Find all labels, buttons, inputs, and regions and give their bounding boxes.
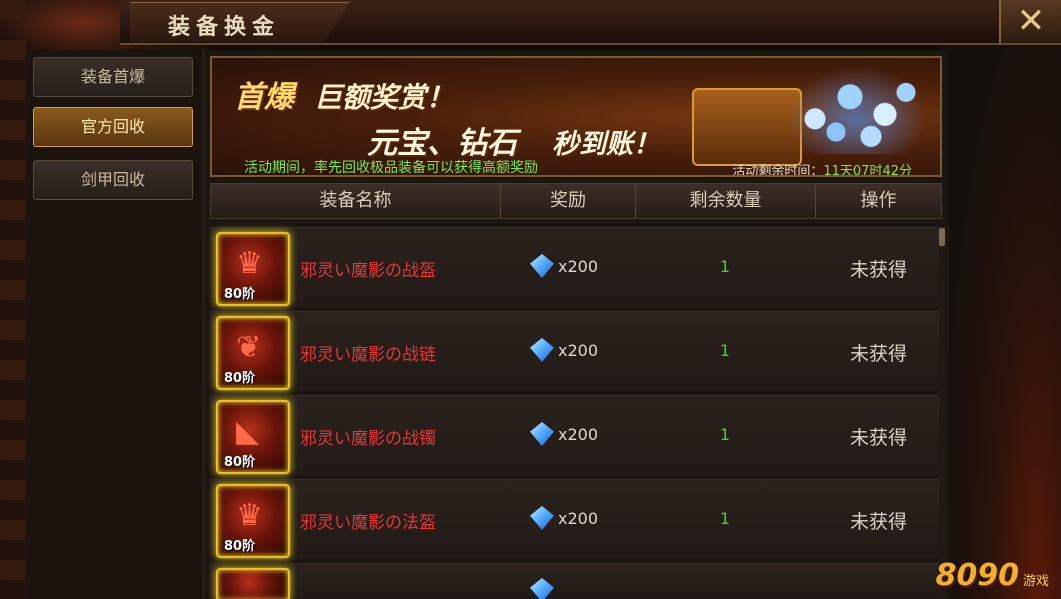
timer-label: 活动剩余时间：: [732, 164, 824, 177]
item-tier-label: 80阶: [224, 287, 256, 302]
helmet-icon: ♛: [236, 498, 263, 533]
remaining-count: 1: [719, 509, 731, 528]
item-name: 邪灵い魔影の法盔: [300, 513, 436, 533]
banner-headline-b: 巨额奖赏！: [314, 81, 455, 114]
dragon-ornament-icon: [0, 0, 140, 55]
action-status: 未获得: [849, 511, 907, 533]
item-slot-icon[interactable]: ♛ 80阶: [216, 232, 290, 306]
item-tier-label: 80阶: [224, 539, 256, 554]
treasure-chest-icon: [692, 88, 802, 166]
diamond-icon: [530, 422, 554, 446]
banner-timer: 活动剩余时间：11天07时42分: [732, 160, 912, 177]
close-button[interactable]: ✕: [999, 0, 1061, 43]
table-row: ♛ 80阶 邪灵い魔影の战盔 x200 1 未获得: [210, 227, 942, 307]
sidebar-item-sword-armor-recycle[interactable]: 剑甲回收: [33, 160, 193, 200]
remaining-count: 1: [719, 341, 731, 360]
table-row: [210, 563, 942, 599]
reward-amount: x200: [558, 341, 599, 360]
scrollbar-thumb[interactable]: [939, 228, 945, 246]
brand-watermark-sub: 游戏: [1022, 574, 1049, 589]
diamond-pile-icon: [787, 66, 927, 154]
item-name: 邪灵い魔影の战链: [300, 345, 436, 365]
reward-amount: x200: [558, 509, 599, 528]
banner-subline-a: 元宝、钻石: [367, 126, 517, 161]
sidebar-item-first-drop[interactable]: 装备首爆: [33, 57, 193, 97]
promo-banner: 首爆 巨额奖赏！ 元宝、钻石 秒到账！ 活动期间，率先回收极品装备可以获得高额奖…: [210, 56, 942, 177]
remaining-count: 1: [719, 257, 731, 276]
item-slot-icon[interactable]: ❦ 80阶: [216, 316, 290, 390]
action-status: 未获得: [849, 259, 907, 281]
helmet-icon: ♛: [236, 246, 263, 281]
item-slot-icon[interactable]: [216, 568, 290, 599]
banner-description: 活动期间，率先回收极品装备可以获得高额奖励: [244, 160, 538, 176]
column-header-remaining: 剩余数量: [636, 184, 816, 218]
window-title: 装备换金: [168, 14, 281, 40]
table-row: ◣ 80阶 邪灵い魔影の战镯 x200 1 未获得: [210, 395, 942, 475]
action-status: 未获得: [849, 343, 907, 365]
item-slot-icon[interactable]: ♛ 80阶: [216, 484, 290, 558]
brand-watermark-logo: 8090: [935, 558, 1020, 593]
sidebar-item-official-recycle[interactable]: 官方回收: [33, 107, 193, 147]
diamond-icon: [530, 338, 554, 362]
table-scrollbar[interactable]: [939, 228, 945, 599]
diamond-icon: [530, 254, 554, 278]
banner-headline-a: 首爆: [234, 80, 294, 115]
table-row: ♛ 80阶 邪灵い魔影の法盔 x200 1 未获得: [210, 479, 942, 559]
item-tier-label: 80阶: [224, 371, 256, 386]
column-header-reward: 奖励: [501, 184, 636, 218]
reward-amount: x200: [558, 257, 599, 276]
necklace-icon: ❦: [236, 330, 262, 365]
action-status: 未获得: [849, 427, 907, 449]
table-row: ❦ 80阶 邪灵い魔影の战链 x200 1 未获得: [210, 311, 942, 391]
diamond-icon: [530, 578, 554, 599]
remaining-count: 1: [719, 425, 731, 444]
timer-value: 11天07时42分: [823, 164, 912, 177]
column-header-name: 装备名称: [211, 184, 501, 218]
banner-subline-b: 秒到账！: [552, 129, 660, 160]
item-slot-icon[interactable]: ◣ 80阶: [216, 400, 290, 474]
item-tier-label: 80阶: [224, 455, 256, 470]
item-name: 邪灵い魔影の战盔: [300, 261, 436, 281]
column-header-action: 操作: [860, 190, 897, 211]
sidebar: 装备首爆 官方回收 剑甲回收: [26, 50, 204, 599]
reward-amount: x200: [558, 425, 599, 444]
item-name: 邪灵い魔影の战镯: [300, 429, 436, 449]
diamond-icon: [530, 506, 554, 530]
left-ornament-edge: [0, 0, 26, 599]
bracelet-icon: ◣: [236, 414, 260, 449]
table-header: 装备名称 奖励 剩余数量 操作: [210, 183, 942, 219]
right-frame-background: [941, 0, 1061, 599]
